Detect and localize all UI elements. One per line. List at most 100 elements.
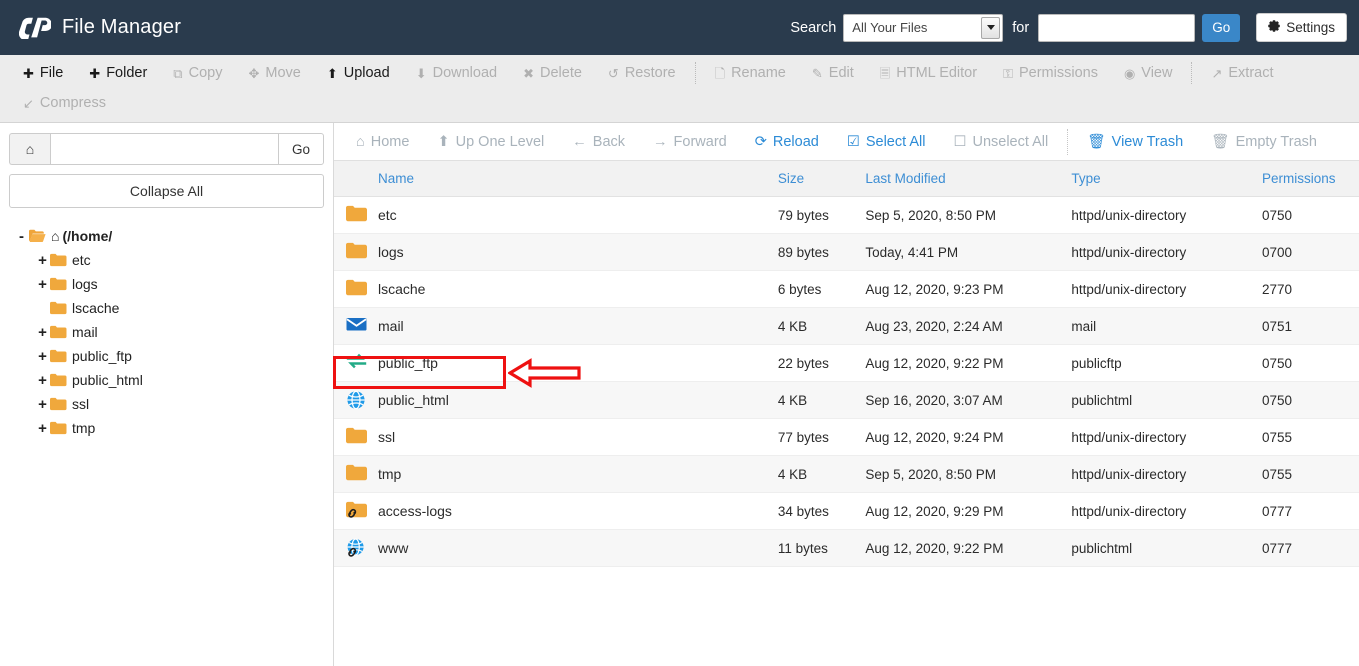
tree-node-public_ftp[interactable]: + public_ftp xyxy=(35,344,324,368)
nav-empty-trash-button[interactable]: 🗑 Empty Trash xyxy=(1197,123,1331,160)
file-name[interactable]: etc xyxy=(378,207,397,223)
folder-icon xyxy=(50,253,67,267)
checkbox-empty-icon: ☐ xyxy=(953,133,967,150)
tree-node-ssl[interactable]: + ssl xyxy=(35,392,324,416)
tree-node-label: tmp xyxy=(72,420,96,436)
nav-back-button[interactable]: ← Back xyxy=(558,123,639,160)
compress-button[interactable]: ↙ Compress xyxy=(10,88,119,118)
move-label: Move xyxy=(265,65,301,81)
folder-icon xyxy=(346,427,367,447)
table-row[interactable]: etc 79 bytes Sep 5, 2020, 8:50 PM httpd/… xyxy=(334,196,1359,234)
edit-button[interactable]: ✎ Edit xyxy=(799,58,867,88)
tree-children: + etc + logs lscache + mail + public_ftp… xyxy=(35,248,324,440)
extract-button[interactable]: ↗ Extract xyxy=(1198,58,1286,88)
tree-toggle-icon[interactable]: + xyxy=(35,396,50,413)
copy-button[interactable]: ⧉ Copy xyxy=(160,58,235,88)
nav-view-trash-button[interactable]: 🗑 View Trash xyxy=(1073,123,1197,160)
tree-toggle-icon[interactable]: + xyxy=(35,276,50,293)
view-button[interactable]: ◉ View xyxy=(1111,58,1186,88)
action-toolbar: ✚ File ✚ Folder ⧉ Copy ✥ Move ⬆ Upload ⬇… xyxy=(0,55,1359,123)
checkbox-checked-icon: ☑ xyxy=(846,133,860,150)
tree-node-label: ssl xyxy=(72,396,90,412)
upload-button[interactable]: ⬆ Upload xyxy=(314,58,403,88)
file-name[interactable]: public_ftp xyxy=(378,355,438,371)
file-name[interactable]: tmp xyxy=(378,466,401,482)
tree-node-home[interactable]: - ⌂ (/home/ xyxy=(14,224,324,248)
column-header-type[interactable]: Type xyxy=(1065,161,1256,197)
tree-toggle-icon[interactable]: + xyxy=(35,252,50,269)
delete-button[interactable]: ✖ Delete xyxy=(510,58,595,88)
search-input[interactable] xyxy=(1038,13,1196,42)
table-row[interactable]: mail 4 KB Aug 23, 2020, 2:24 AM mail 075… xyxy=(334,307,1359,345)
tree-toggle-icon[interactable]: - xyxy=(14,228,29,245)
file-name[interactable]: ssl xyxy=(378,429,395,445)
plus-icon: ✚ xyxy=(23,65,34,81)
html-editor-button[interactable]: 🗏 HTML Editor xyxy=(867,58,990,88)
nav-reload-label: Reload xyxy=(772,133,819,150)
table-row-public-html[interactable]: public_html 4 KB Sep 16, 2020, 3:07 AM p… xyxy=(334,381,1359,419)
tree-node-logs[interactable]: + logs xyxy=(35,272,324,296)
tree-node-tmp[interactable]: + tmp xyxy=(35,416,324,440)
new-folder-button[interactable]: ✚ Folder xyxy=(76,58,160,88)
folder-icon xyxy=(50,397,67,411)
file-name[interactable]: www xyxy=(378,540,408,556)
tree-toggle-icon[interactable]: + xyxy=(35,348,50,365)
file-manager-app: File Manager Search All Your Files for G… xyxy=(0,0,1359,666)
column-header-size[interactable]: Size xyxy=(771,161,860,197)
back-arrow-icon: ← xyxy=(572,133,587,150)
table-row[interactable]: access-logs 34 bytes Aug 12, 2020, 9:29 … xyxy=(334,492,1359,530)
permissions-button[interactable]: ⚿ Permissions xyxy=(990,58,1111,88)
tree-toggle-icon[interactable]: + xyxy=(35,420,50,437)
download-button[interactable]: ⬇ Download xyxy=(403,58,510,88)
file-modified: Aug 12, 2020, 9:23 PM xyxy=(859,270,1066,308)
nav-home-button[interactable]: ⌂ Home xyxy=(342,123,423,160)
restore-button[interactable]: ↺ Restore xyxy=(595,58,689,88)
new-file-button[interactable]: ✚ File xyxy=(10,58,76,88)
file-size: 89 bytes xyxy=(771,233,860,271)
folder-icon xyxy=(50,277,67,291)
column-header-permissions[interactable]: Permissions xyxy=(1255,161,1359,197)
nav-select-all-button[interactable]: ☑ Select All xyxy=(833,123,940,160)
file-name[interactable]: mail xyxy=(378,318,404,334)
path-go-button[interactable]: Go xyxy=(278,133,324,165)
file-name[interactable]: access-logs xyxy=(378,503,452,519)
move-button[interactable]: ✥ Move xyxy=(235,58,313,88)
cp-logo-glyph xyxy=(18,17,51,39)
nav-forward-button[interactable]: → Forward xyxy=(639,123,741,160)
search-go-button[interactable]: Go xyxy=(1202,13,1241,42)
search-scope-select[interactable]: All Your Files xyxy=(843,13,1004,42)
collapse-all-button[interactable]: Collapse All xyxy=(9,174,324,208)
main-pane: ⌂ Home ⬆ Up One Level ← Back → Forward ⟳ xyxy=(334,123,1359,666)
file-size: 11 bytes xyxy=(771,529,860,567)
rename-label: Rename xyxy=(731,65,786,81)
rename-button[interactable]: 🗋 Rename xyxy=(702,58,799,88)
tree-node-label: (/home/ xyxy=(62,228,113,244)
nav-forward-label: Forward xyxy=(673,133,727,150)
file-name[interactable]: lscache xyxy=(378,281,425,297)
tree-node-lscache[interactable]: lscache xyxy=(35,296,324,320)
table-row[interactable]: logs 89 bytes Today, 4:41 PM httpd/unix-… xyxy=(334,233,1359,271)
column-header-name[interactable]: Name xyxy=(334,161,772,197)
tree-node-public_html[interactable]: + public_html xyxy=(35,368,324,392)
table-row[interactable]: lscache 6 bytes Aug 12, 2020, 9:23 PM ht… xyxy=(334,270,1359,308)
table-row[interactable]: www 11 bytes Aug 12, 2020, 9:22 PM publi… xyxy=(334,529,1359,567)
path-input[interactable] xyxy=(50,133,278,165)
tree-node-etc[interactable]: + etc xyxy=(35,248,324,272)
file-name[interactable]: logs xyxy=(378,244,404,260)
file-name[interactable]: public_html xyxy=(378,392,449,408)
nav-up-one-level-button[interactable]: ⬆ Up One Level xyxy=(423,123,558,160)
tree-toggle-icon[interactable]: + xyxy=(35,372,50,389)
settings-button[interactable]: Settings xyxy=(1256,13,1347,42)
table-row[interactable]: ssl 77 bytes Aug 12, 2020, 9:24 PM httpd… xyxy=(334,418,1359,456)
nav-unselect-all-button[interactable]: ☐ Unselect All xyxy=(939,123,1062,160)
home-icon[interactable]: ⌂ xyxy=(9,133,50,165)
nav-reload-button[interactable]: ⟳ Reload xyxy=(741,123,833,160)
tree-toggle-icon[interactable]: + xyxy=(35,324,50,341)
table-row[interactable]: public_ftp 22 bytes Aug 12, 2020, 9:22 P… xyxy=(334,344,1359,382)
file-type: httpd/unix-directory xyxy=(1065,233,1256,271)
table-row[interactable]: tmp 4 KB Sep 5, 2020, 8:50 PM httpd/unix… xyxy=(334,455,1359,493)
column-header-modified[interactable]: Last Modified xyxy=(859,161,1066,197)
forward-arrow-icon: → xyxy=(653,133,668,150)
tree-node-label: public_html xyxy=(72,372,143,388)
tree-node-mail[interactable]: + mail xyxy=(35,320,324,344)
